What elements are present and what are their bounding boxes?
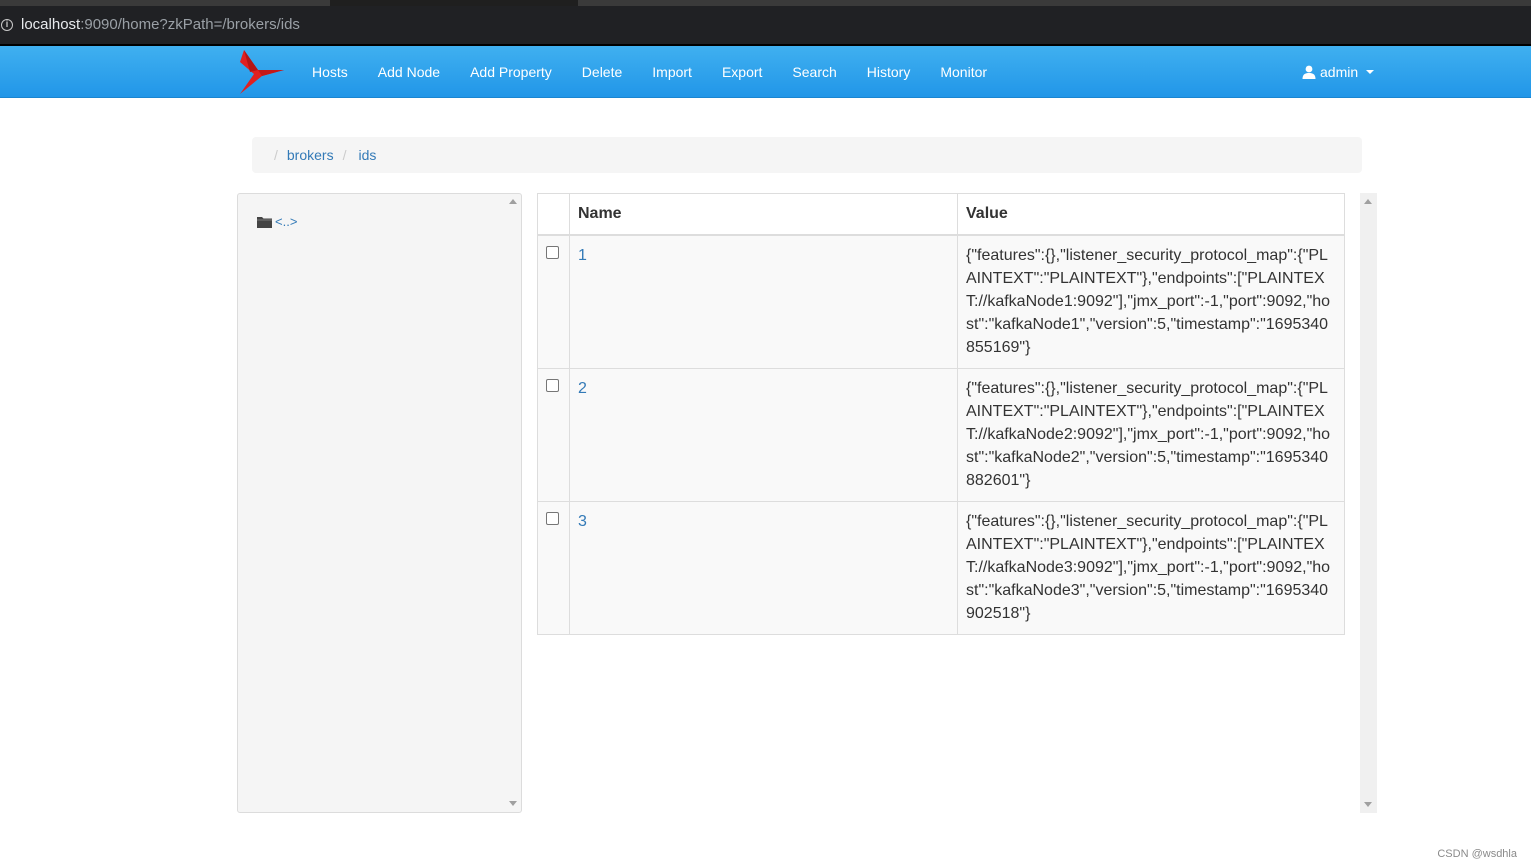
url-text[interactable]: localhost:9090/home?zkPath=/brokers/ids bbox=[21, 16, 300, 33]
breadcrumb-item-ids[interactable]: ids bbox=[358, 147, 385, 163]
browser-address-bar[interactable]: i localhost:9090/home?zkPath=/brokers/id… bbox=[0, 6, 1531, 44]
caret-down-icon bbox=[1366, 70, 1375, 74]
nodes-table: Name Value 1 {"features":{},"listener_se… bbox=[537, 193, 1345, 635]
row-checkbox[interactable] bbox=[546, 245, 559, 259]
value-cell: {"features":{},"listener_security_protoc… bbox=[957, 234, 1345, 369]
row-select-cell bbox=[537, 367, 570, 502]
breadcrumb-separator: / bbox=[274, 147, 278, 163]
table-row: 3 {"features":{},"listener_security_prot… bbox=[537, 500, 1345, 635]
node-link[interactable]: 2 bbox=[578, 380, 587, 397]
row-select-cell bbox=[537, 500, 570, 635]
tree-item-parent[interactable]: <..> bbox=[257, 214, 297, 229]
name-cell: 2 bbox=[569, 367, 958, 502]
hummingbird-logo-icon bbox=[240, 50, 284, 94]
site-info-icon[interactable]: i bbox=[1, 19, 13, 31]
scroll-up-arrow-icon[interactable] bbox=[509, 199, 517, 204]
scroll-down-arrow-icon[interactable] bbox=[1364, 802, 1372, 807]
value-cell: {"features":{},"listener_security_protoc… bbox=[957, 500, 1345, 635]
value-cell: {"features":{},"listener_security_protoc… bbox=[957, 367, 1345, 502]
nav-item-search[interactable]: Search bbox=[777, 46, 851, 98]
node-link[interactable]: 1 bbox=[578, 247, 587, 264]
nav-item-import[interactable]: Import bbox=[637, 46, 707, 98]
nav-menu: Hosts Add Node Add Property Delete Import Exp… bbox=[297, 46, 1002, 98]
breadcrumb-item-brokers[interactable]: brokers bbox=[287, 147, 343, 163]
nav-item-add-property[interactable]: Add Property bbox=[455, 46, 567, 98]
name-column-header: Name bbox=[569, 193, 958, 236]
tree-item-label[interactable]: <..> bbox=[275, 214, 297, 229]
content-scrollbar[interactable] bbox=[1360, 193, 1377, 813]
tree-panel[interactable]: <..> bbox=[237, 193, 522, 813]
row-select-cell bbox=[537, 234, 570, 369]
name-cell: 1 bbox=[569, 234, 958, 369]
nav-item-delete[interactable]: Delete bbox=[567, 46, 637, 98]
user-name: admin bbox=[1320, 64, 1359, 80]
nav-item-hosts[interactable]: Hosts bbox=[297, 46, 363, 98]
scroll-down-arrow-icon[interactable] bbox=[509, 801, 517, 806]
table-row: 2 {"features":{},"listener_security_prot… bbox=[537, 367, 1345, 502]
row-checkbox[interactable] bbox=[546, 511, 559, 525]
user-menu[interactable]: admin bbox=[1302, 46, 1375, 98]
nav-item-monitor[interactable]: Monitor bbox=[925, 46, 1002, 98]
nav-item-history[interactable]: History bbox=[852, 46, 926, 98]
watermark: CSDN @wsdhla bbox=[1437, 848, 1517, 860]
brand-logo[interactable] bbox=[238, 48, 286, 96]
folder-icon bbox=[257, 216, 272, 228]
top-navbar: Hosts Add Node Add Property Delete Import Exp… bbox=[0, 46, 1531, 98]
breadcrumb: / brokers / ids bbox=[252, 137, 1362, 173]
row-checkbox[interactable] bbox=[546, 378, 559, 392]
nav-item-export[interactable]: Export bbox=[707, 46, 777, 98]
table-header-row: Name Value bbox=[537, 193, 1345, 236]
table-row: 1 {"features":{},"listener_security_prot… bbox=[537, 234, 1345, 369]
nav-item-add-node[interactable]: Add Node bbox=[363, 46, 455, 98]
user-icon bbox=[1302, 65, 1316, 79]
value-column-header: Value bbox=[957, 193, 1345, 236]
scroll-up-arrow-icon[interactable] bbox=[1364, 199, 1372, 204]
node-link[interactable]: 3 bbox=[578, 513, 587, 530]
select-column-header bbox=[537, 193, 570, 236]
name-cell: 3 bbox=[569, 500, 958, 635]
breadcrumb-separator: / bbox=[342, 147, 347, 163]
